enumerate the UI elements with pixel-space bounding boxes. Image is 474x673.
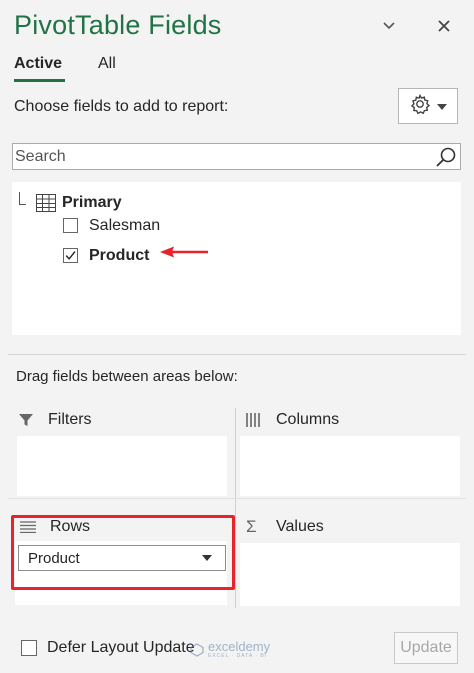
columns-label: Columns bbox=[276, 411, 340, 428]
task-pane-options-icon[interactable] bbox=[377, 14, 401, 38]
search-input[interactable] bbox=[15, 145, 425, 168]
columns-drop-area[interactable] bbox=[240, 436, 460, 496]
search-icon[interactable] bbox=[435, 146, 457, 168]
tab-active[interactable]: Active bbox=[14, 55, 62, 73]
filters-drop-area[interactable] bbox=[17, 436, 227, 496]
table-name-primary: Primary bbox=[62, 194, 122, 211]
filters-label: Filters bbox=[48, 411, 92, 428]
annotation-arrow bbox=[158, 245, 210, 264]
checkbox-product[interactable] bbox=[63, 248, 78, 263]
watermark-name: exceldemy bbox=[208, 639, 271, 654]
columns-icon bbox=[246, 413, 266, 427]
gear-icon bbox=[409, 93, 431, 120]
section-divider bbox=[8, 354, 466, 355]
drag-fields-label: Drag fields between areas below: bbox=[16, 368, 238, 385]
close-icon[interactable] bbox=[432, 14, 456, 38]
defer-layout-checkbox[interactable] bbox=[21, 640, 37, 656]
field-list: Primary Salesman Product bbox=[12, 182, 461, 335]
chevron-down-icon bbox=[437, 97, 447, 115]
field-label-product[interactable]: Product bbox=[89, 247, 149, 265]
watermark-tagline: EXCEL · DATA · BI bbox=[208, 653, 268, 659]
defer-layout-label[interactable]: Defer Layout Update bbox=[47, 639, 195, 657]
area-horizontal-separator bbox=[8, 498, 466, 499]
tree-collapse-icon[interactable] bbox=[19, 192, 26, 205]
values-drop-area[interactable] bbox=[240, 543, 460, 606]
active-tab-indicator bbox=[14, 79, 65, 82]
search-field[interactable] bbox=[12, 143, 461, 170]
sigma-icon: Σ bbox=[246, 517, 257, 536]
area-vertical-separator bbox=[235, 408, 236, 608]
values-area-header: Σ Values bbox=[246, 513, 324, 541]
field-settings-button[interactable] bbox=[398, 88, 458, 124]
columns-area-header: Columns bbox=[246, 406, 339, 434]
exceldemy-watermark: exceldemy EXCEL · DATA · BI bbox=[190, 639, 271, 659]
filter-icon bbox=[18, 412, 38, 428]
exceldemy-logo-icon bbox=[190, 643, 204, 657]
choose-fields-label: Choose fields to add to report: bbox=[14, 98, 229, 115]
checkbox-salesman[interactable] bbox=[63, 218, 78, 233]
table-icon bbox=[36, 194, 56, 217]
rows-highlight-box bbox=[11, 515, 235, 590]
tab-all[interactable]: All bbox=[98, 55, 116, 73]
pane-title: PivotTable Fields bbox=[14, 10, 222, 40]
filters-area-header: Filters bbox=[18, 406, 92, 434]
values-label: Values bbox=[276, 518, 324, 535]
update-button[interactable]: Update bbox=[394, 632, 458, 664]
field-label-salesman[interactable]: Salesman bbox=[89, 217, 160, 235]
